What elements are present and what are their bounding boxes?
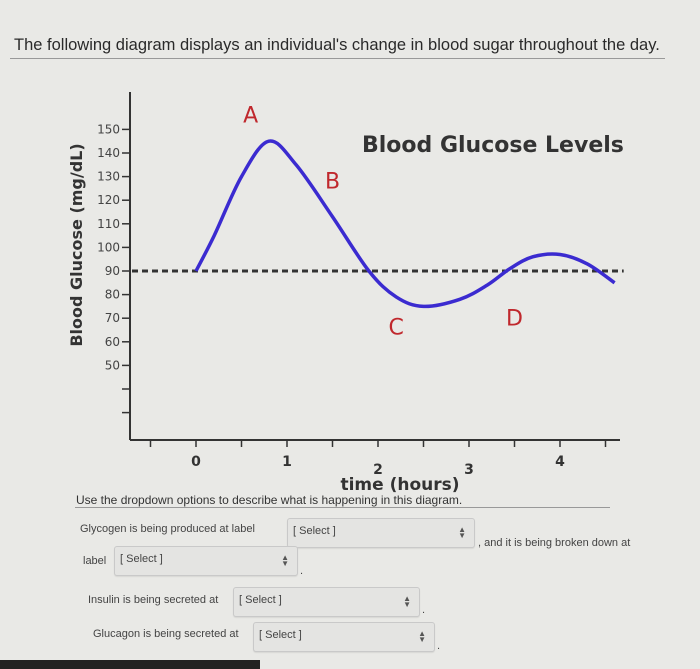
select-value: [ Select ] [120,553,163,565]
updown-arrows-icon: ▲ ▼ [458,525,466,540]
x-tick-label: 4 [555,454,565,470]
x-tick-label: 3 [464,462,474,478]
glucagon-secreted-select[interactable]: [ Select ] ▲ ▼ [253,622,435,652]
glycogen-broken-down-select[interactable]: [ Select ] ▲ ▼ [114,546,298,576]
q3-suffix: . [422,604,426,616]
label-b: B [325,169,340,194]
q3-label: Insulin is being secreted at [88,594,219,606]
updown-arrows-icon: ▲ ▼ [403,594,411,609]
glucose-curve [194,139,616,309]
q2-label: label [83,555,107,567]
q1-label: Glycogen is being produced at label [80,523,255,535]
label-c: C [389,316,404,341]
x-axis-label: time (hours) [340,475,459,495]
y-tick-label: 150 [97,122,120,136]
select-value: [ Select ] [239,594,282,606]
updown-arrows-icon: ▲ ▼ [281,553,289,568]
updown-arrows-icon: ▲ ▼ [418,629,426,644]
q4-label: Glucagon is being secreted at [93,628,239,640]
q1-suffix: , and it is being broken down at [478,537,631,549]
y-tick-label: 50 [105,358,120,372]
y-tick-label: 130 [97,170,120,184]
y-axis-label: Blood Glucose (mg/dL) [67,143,86,346]
screen-bezel [0,660,260,669]
label-d: D [506,306,523,331]
x-tick-label: 0 [191,454,201,470]
insulin-secreted-select[interactable]: [ Select ] ▲ ▼ [233,587,420,617]
y-tick-label: 110 [97,217,120,231]
y-tick-label: 90 [105,264,120,278]
label-a: A [243,103,258,128]
blood-glucose-chart: 50607080901001101201301401500 1 2 3 4 Blood … [67,92,624,495]
x-tick-label: 1 [282,454,292,470]
y-tick-label: 100 [97,240,120,254]
instructions: Use the dropdown options to describe wha… [76,493,463,507]
q4-suffix: . [437,640,441,652]
select-value: [ Select ] [259,629,302,641]
select-value: [ Select ] [293,525,336,537]
glycogen-produced-select[interactable]: [ Select ] ▲ ▼ [287,518,475,548]
y-tick-label: 120 [97,193,120,207]
y-tick-label: 80 [105,288,120,302]
y-tick-label: 140 [97,146,120,160]
q2-suffix: . [300,565,304,577]
divider [75,507,610,508]
y-tick-label: 60 [105,335,120,349]
y-tick-label: 70 [105,311,120,325]
chart-title: Blood Glucose Levels [362,133,624,158]
